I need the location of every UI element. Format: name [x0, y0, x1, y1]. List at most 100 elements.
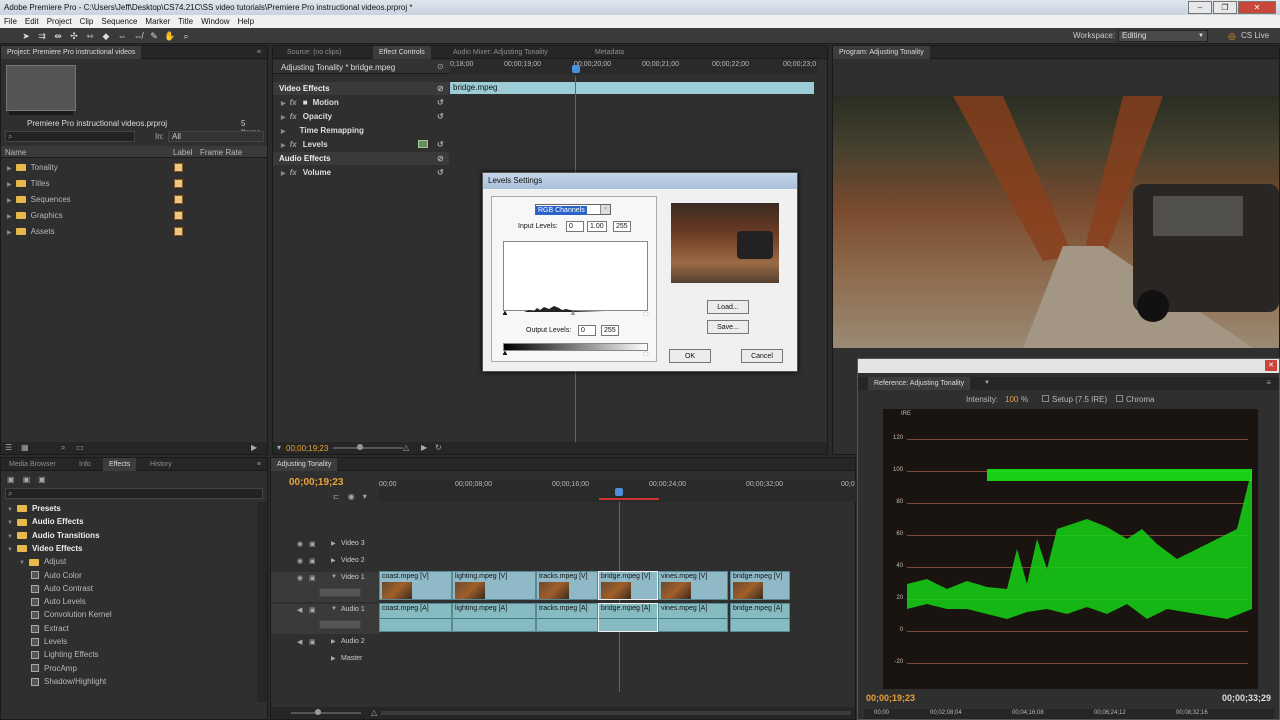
speaker-icon[interactable]: ◀ — [297, 606, 302, 614]
effect-item[interactable]: Auto Color — [31, 569, 82, 582]
video-clip[interactable]: bridge.mpeg [V] — [730, 571, 790, 600]
effect-controls-clip-bar[interactable]: bridge.mpeg — [450, 82, 814, 94]
tab-history[interactable]: History — [144, 458, 178, 471]
menu-file[interactable]: File — [0, 15, 21, 28]
output-white-field[interactable]: 255 — [601, 325, 619, 336]
expand-icon[interactable]: ▶ — [7, 182, 12, 188]
video-clip[interactable]: lighting.mpeg [V] — [452, 571, 536, 600]
tab-program[interactable]: Program: Adjusting Tonality — [833, 46, 930, 59]
filter-icon[interactable]: ⊘ — [437, 152, 444, 165]
rate-stretch-tool-icon[interactable]: ⇿ — [84, 30, 96, 42]
play-audio-icon[interactable]: ▶ — [421, 443, 427, 452]
zoom-slider-handle[interactable] — [315, 709, 321, 715]
bin-assets[interactable]: ▶ Assets — [7, 225, 55, 238]
selection-tool-icon[interactable]: ➤ — [20, 30, 32, 42]
maximize-button[interactable]: ❐ — [1213, 1, 1237, 14]
bin-sequences[interactable]: ▶ Sequences — [7, 193, 71, 206]
timeline-ruler[interactable]: 00;00 00;00;08;00 00;00;16;00 00;00;24;0… — [379, 480, 857, 502]
effect-row-opacity[interactable]: ▶ fx Opacity ↺ — [273, 110, 449, 123]
expand-icon[interactable]: ▶ — [331, 557, 336, 564]
reset-icon[interactable]: ↺ — [437, 96, 444, 109]
navigate-icon[interactable]: ⊙ — [437, 62, 444, 71]
eye-icon[interactable]: ◉ — [297, 574, 303, 582]
chevron-down-icon[interactable]: ▼ — [984, 380, 990, 386]
effect-row-time-remapping[interactable]: ▶ Time Remapping — [273, 124, 449, 137]
tab-reference[interactable]: Reference: Adjusting Tonality — [868, 377, 971, 390]
menu-edit[interactable]: Edit — [21, 15, 43, 28]
video-clip[interactable]: tracks.mpeg [V] — [536, 571, 598, 600]
setup-checkbox[interactable] — [1042, 395, 1049, 402]
speaker-icon[interactable]: ◀ — [297, 638, 302, 646]
cs-live-label[interactable]: CS Live — [1241, 31, 1269, 40]
input-gamma-field[interactable]: 1.00 — [587, 221, 607, 232]
pen-tool-icon[interactable]: ✎ — [148, 30, 160, 42]
close-button[interactable]: ✕ — [1238, 1, 1276, 14]
zoom-slider[interactable] — [333, 447, 403, 449]
track-header-audio2[interactable]: ◀ ▣ ▶ Audio 2 — [271, 636, 379, 652]
video-clip[interactable]: coast.mpeg [V] — [379, 571, 452, 600]
input-black-slider[interactable]: ▲ — [501, 308, 509, 317]
expand-icon[interactable]: ▶ — [7, 214, 12, 220]
expand-icon[interactable]: ▶ — [281, 101, 286, 107]
expand-icon[interactable]: ▶ — [281, 143, 286, 149]
lock-icon[interactable]: ▣ — [309, 540, 316, 548]
scroll-right-icon[interactable]: ▶ — [251, 443, 257, 452]
ripple-edit-tool-icon[interactable]: ⇹ — [52, 30, 64, 42]
loop-icon[interactable]: ↻ — [435, 443, 442, 452]
expand-icon[interactable]: ▶ — [331, 655, 336, 662]
workspace-select[interactable]: Editing ▼ — [1118, 30, 1208, 42]
expand-icon[interactable]: ▶ — [281, 171, 286, 177]
project-search-input[interactable]: ⌕ — [5, 131, 135, 142]
menu-title[interactable]: Title — [174, 15, 197, 28]
intensity-value[interactable]: 100 — [1005, 395, 1018, 404]
reference-ruler[interactable]: 00;00 00;02;08;04 00;04;16;08 00;06;24;1… — [864, 709, 1274, 719]
in-select[interactable]: All — [168, 131, 264, 142]
effect-item[interactable]: Auto Contrast — [31, 582, 93, 595]
expand-icon[interactable]: ▶ — [281, 129, 286, 135]
zoom-in-icon[interactable]: △ — [371, 708, 377, 717]
label-color-swatch[interactable] — [174, 179, 183, 188]
collapse-icon[interactable]: ▼ — [331, 574, 337, 580]
effect-item[interactable]: Auto Levels — [31, 595, 86, 608]
effects-folder[interactable]: ▼ Audio Transitions — [7, 529, 100, 542]
ec-timecode[interactable]: 00;00;19;23 — [286, 444, 328, 453]
label-color-swatch[interactable] — [174, 211, 183, 220]
effect-item[interactable]: Extract — [31, 622, 69, 635]
reset-icon[interactable]: ↺ — [437, 166, 444, 179]
track-header-audio1[interactable]: ◀ ▣ ▼ Audio 1 — [271, 604, 379, 634]
reference-timecode-left[interactable]: 00;00;19;23 — [866, 693, 915, 703]
effects-folder[interactable]: ▼ Presets — [7, 502, 61, 515]
cs-live-icon[interactable]: ◎ — [1228, 31, 1236, 42]
label-color-swatch[interactable] — [174, 227, 183, 236]
expand-icon[interactable]: ▼ — [7, 534, 13, 540]
tab-effects[interactable]: Effects — [103, 458, 137, 471]
expand-icon[interactable]: ▼ — [7, 507, 13, 513]
effect-item[interactable]: Shadow/Highlight — [31, 675, 106, 688]
slide-tool-icon[interactable]: ⇎ — [132, 30, 144, 42]
fx-icon[interactable]: fx — [290, 112, 297, 121]
output-black-field[interactable]: 0 — [578, 325, 596, 336]
expand-icon[interactable]: ▼ — [7, 547, 13, 553]
effect-controls-ruler[interactable]: 0;18;00 00;00;19;00 00;00;20;00 00;00;21… — [450, 60, 818, 74]
keyframe-navigator[interactable] — [319, 588, 361, 597]
setup-dialog-icon[interactable] — [418, 140, 428, 148]
minimize-button[interactable]: – — [1188, 1, 1212, 14]
effect-item[interactable]: Levels — [31, 635, 67, 648]
lock-icon[interactable]: ▣ — [309, 574, 316, 582]
tab-effect-controls[interactable]: Effect Controls — [373, 46, 431, 59]
input-white-slider[interactable]: ▲ — [642, 308, 650, 317]
dialog-titlebar[interactable]: Levels Settings — [483, 173, 797, 189]
zoom-slider-handle[interactable] — [357, 444, 363, 450]
effects-scrollbar[interactable] — [257, 502, 267, 702]
effect-item[interactable]: Convolution Kernel — [31, 608, 112, 621]
expand-icon[interactable]: ▶ — [7, 198, 12, 204]
expand-icon[interactable]: ▶ — [331, 638, 336, 645]
accelerated-effects-icon[interactable]: ▣ — [7, 475, 15, 484]
bin-tonality[interactable]: ▶ Tonality — [7, 161, 58, 174]
expand-icon[interactable]: ▶ — [281, 115, 286, 121]
track-header-master[interactable]: ▶ Master — [271, 653, 379, 669]
track-select-tool-icon[interactable]: ⇉ — [36, 30, 48, 42]
track-header-video2[interactable]: ◉ ▣ ▶ Video 2 — [271, 555, 379, 571]
thumbnail-scrubber[interactable] — [9, 111, 73, 115]
panel-menu-icon[interactable]: ≡ — [257, 46, 261, 59]
